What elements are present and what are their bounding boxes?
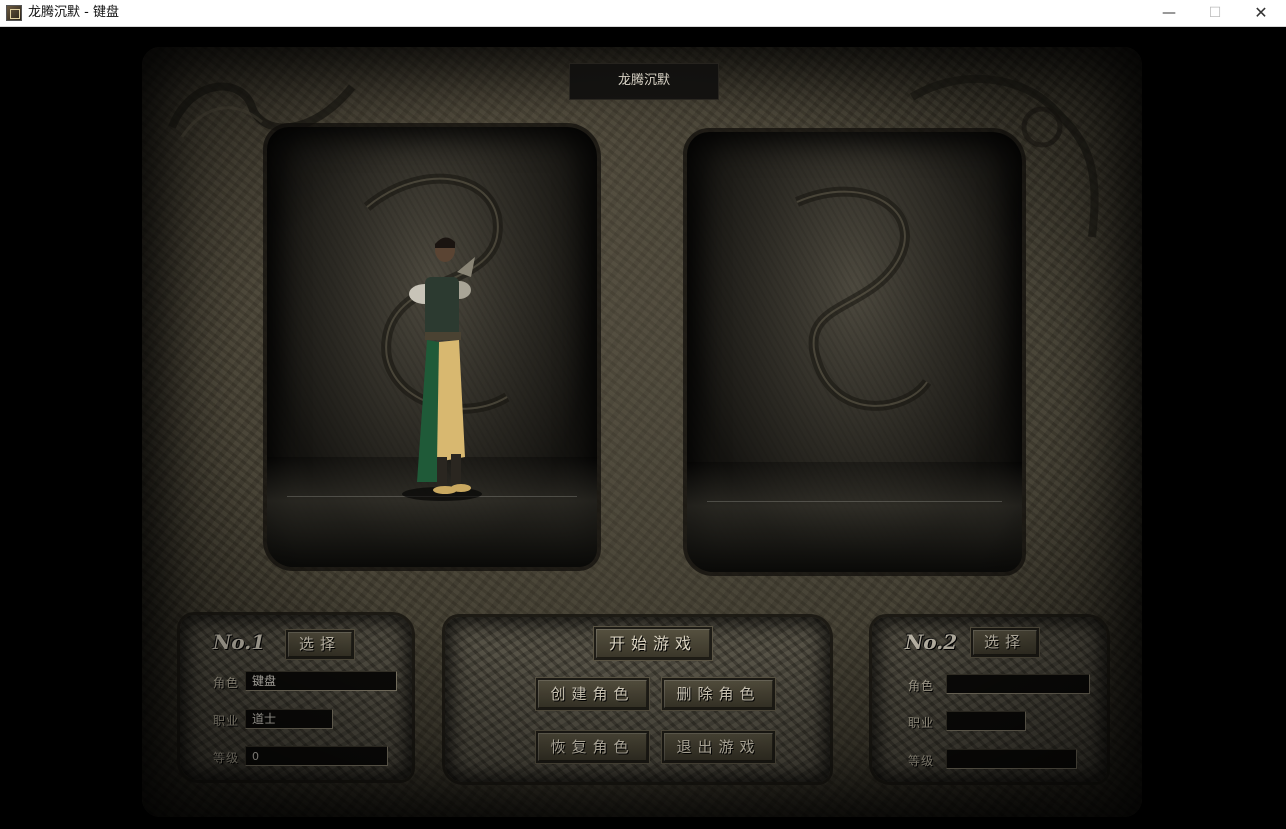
window-title: 龙腾沉默 - 键盘 xyxy=(28,5,119,20)
restore-character-button[interactable]: 恢复角色 xyxy=(536,731,649,763)
create-character-button[interactable]: 创建角色 xyxy=(536,678,649,710)
exit-game-button[interactable]: 退出游戏 xyxy=(662,731,775,763)
slot-2-job-field xyxy=(946,711,1026,731)
close-button[interactable]: ✕ xyxy=(1238,0,1284,26)
minimize-button[interactable]: — xyxy=(1146,0,1192,26)
start-game-button[interactable]: 开始游戏 xyxy=(594,627,712,660)
slot-1-job-label: 职业 xyxy=(213,714,240,728)
slot-1-role-label: 角色 xyxy=(213,676,240,690)
slot-2-level-field xyxy=(946,749,1077,769)
slot-2-job-label: 职业 xyxy=(908,716,935,730)
character-taoist-figure-icon[interactable] xyxy=(397,232,487,502)
character-panel-2[interactable] xyxy=(687,132,1022,572)
slot-1-role-field: 键盘 xyxy=(245,671,397,691)
maximize-button[interactable]: ☐ xyxy=(1192,0,1238,26)
dragon-relief-icon xyxy=(795,186,932,411)
floor-line xyxy=(707,501,1002,502)
slot-1-level-label: 等级 xyxy=(213,751,240,765)
slot-2-role-label: 角色 xyxy=(908,679,935,693)
slot-2-role-field xyxy=(946,674,1090,694)
slot-1-level-field: 0 xyxy=(245,746,388,766)
slot-2-select-button[interactable]: 选择 xyxy=(971,628,1039,657)
panel-floor xyxy=(687,462,1022,572)
server-title: 龙腾沉默 xyxy=(569,63,719,100)
game-app-icon xyxy=(6,5,22,21)
slot-1-job-field: 道士 xyxy=(245,709,333,729)
slot-2-number: No.2 xyxy=(905,630,958,654)
game-screen: 龙腾沉默 No.1 选择 角色 键盘 职业 道士 等级 0 开始游戏 创建角色 … xyxy=(2,27,1282,823)
delete-character-button[interactable]: 删除角色 xyxy=(662,678,775,710)
window-titlebar: 龙腾沉默 - 键盘 — ☐ ✕ xyxy=(0,0,1286,27)
slot-1-select-button[interactable]: 选择 xyxy=(286,630,354,659)
slot-2-level-label: 等级 xyxy=(908,754,935,768)
slot-1-number: No.1 xyxy=(213,630,266,654)
